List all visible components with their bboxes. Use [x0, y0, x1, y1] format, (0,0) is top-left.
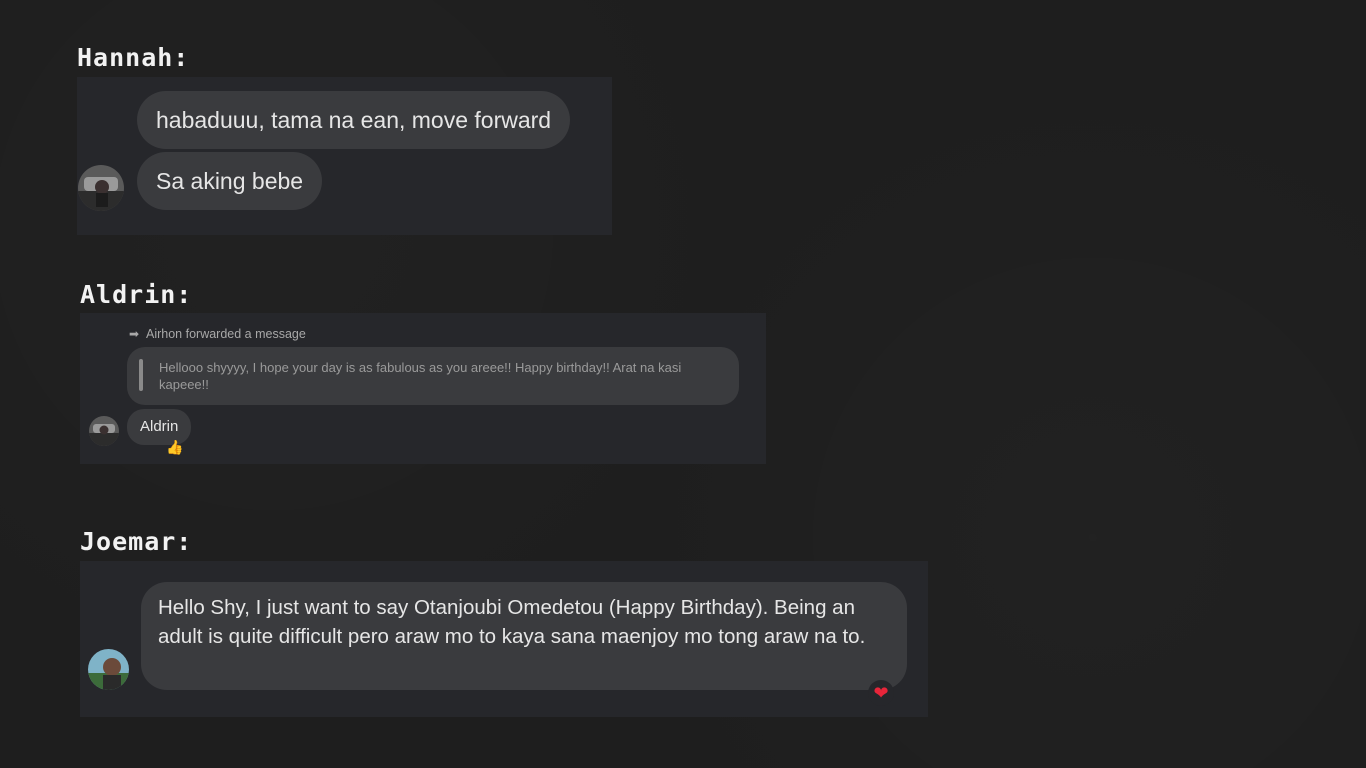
thumbs-up-reaction-icon[interactable]: 👍 — [166, 440, 183, 456]
sender-name-hannah: Hannah: — [77, 43, 190, 72]
sender-name-joemar: Joemar: — [80, 527, 193, 556]
forwarded-quote[interactable]: Hellooo shyyyy, I hope your day is as fa… — [127, 347, 739, 405]
message-bubble[interactable]: Hello Shy, I just want to say Otanjoubi … — [141, 582, 907, 690]
chat-panel-aldrin: ➡ Airhon forwarded a message Hellooo shy… — [80, 313, 766, 464]
forwarded-label: Airhon forwarded a message — [146, 327, 306, 341]
message-bubble[interactable]: Sa aking bebe — [137, 152, 323, 210]
avatar[interactable] — [88, 649, 129, 690]
avatar[interactable] — [89, 416, 119, 446]
forward-icon: ➡ — [129, 327, 140, 341]
quote-bar — [139, 359, 143, 391]
chat-panel-hannah: habaduuu, tama na ean, move forward Sa a… — [77, 77, 612, 235]
chat-panel-joemar: Hello Shy, I just want to say Otanjoubi … — [80, 561, 928, 717]
quoted-text: Hellooo shyyyy, I hope your day is as fa… — [159, 360, 682, 392]
message-bubble[interactable]: habaduuu, tama na ean, move forward — [137, 91, 571, 149]
avatar[interactable] — [78, 165, 124, 211]
sender-name-aldrin: Aldrin: — [80, 280, 193, 309]
heart-reaction-icon[interactable]: ❤ — [868, 680, 894, 706]
